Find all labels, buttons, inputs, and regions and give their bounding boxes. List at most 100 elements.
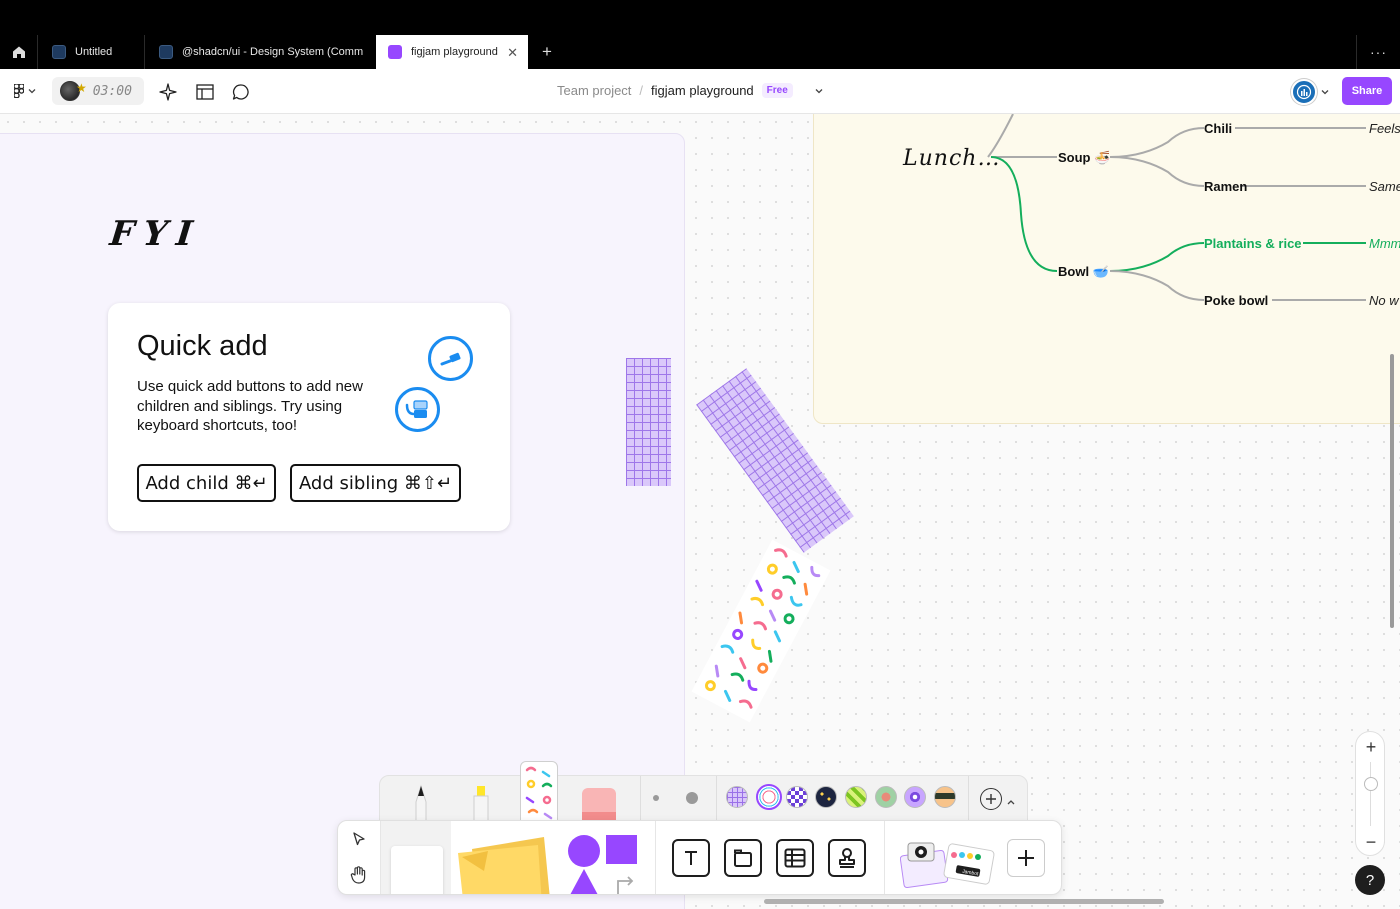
- tab-label: @shadcn/ui - Design System (Comm: [182, 46, 364, 58]
- add-child-sticker: [428, 336, 473, 381]
- table-tool[interactable]: [776, 839, 814, 877]
- mindmap-note-poke[interactable]: No w: [1369, 293, 1399, 308]
- widgets-stickers-icon: [899, 842, 995, 889]
- tape-swatch-confetti-selected[interactable]: [756, 784, 782, 810]
- mindmap-node-bowl[interactable]: Bowl 🥣: [1058, 264, 1109, 280]
- add-tape-button[interactable]: [980, 788, 1002, 810]
- mindmap-node-plantains[interactable]: Plantains & rice: [1204, 236, 1302, 251]
- chevron-down-icon[interactable]: [815, 88, 823, 94]
- breadcrumb-team[interactable]: Team project: [557, 83, 631, 98]
- more-tools-button[interactable]: [1007, 839, 1045, 877]
- zoom-slider-handle[interactable]: [1364, 777, 1378, 791]
- comments-button[interactable]: [230, 81, 252, 103]
- mindmap-node-chili[interactable]: Chili: [1204, 121, 1232, 136]
- main-menu-button[interactable]: [10, 82, 40, 100]
- select-tool[interactable]: [351, 831, 371, 851]
- divider: [655, 821, 656, 894]
- collapse-tray-button[interactable]: [1006, 793, 1016, 805]
- marker-options-tray: [379, 761, 1028, 827]
- node-label: Bowl: [1058, 264, 1090, 279]
- star-icon: ★: [76, 81, 87, 95]
- current-user-avatar[interactable]: [1291, 79, 1317, 105]
- chevron-down-icon: [28, 89, 36, 94]
- mindmap-node-ramen[interactable]: Ramen: [1204, 179, 1247, 194]
- bowl-emoji-icon: 🥣: [1092, 264, 1109, 279]
- zoom-out-button[interactable]: −: [1356, 831, 1386, 853]
- vertical-scrollbar[interactable]: [1390, 354, 1394, 628]
- tab-figjam-playground[interactable]: figjam playground ✕: [376, 35, 528, 69]
- quick-add-card[interactable]: Quick add Use quick add buttons to add n…: [108, 303, 510, 531]
- washi-tape-grid[interactable]: [626, 358, 671, 486]
- file-name[interactable]: figjam playground: [651, 83, 754, 98]
- share-button[interactable]: Share: [1342, 77, 1392, 105]
- shapes-icon: [568, 835, 637, 894]
- add-sibling-button[interactable]: Add sibling ⌘⇧↵: [290, 464, 461, 502]
- mindmap-note-chili[interactable]: Feels: [1369, 121, 1400, 136]
- tape-swatch-stars[interactable]: [815, 786, 837, 808]
- marker-tools-button[interactable]: [391, 846, 443, 894]
- tape-swatch-grid[interactable]: [726, 786, 748, 808]
- add-child-button[interactable]: Add child ⌘↵: [137, 464, 276, 502]
- horizontal-scrollbar[interactable]: [764, 899, 1164, 904]
- zoom-slider-track[interactable]: [1370, 762, 1371, 826]
- timer-widget[interactable]: ★ 03:00: [52, 77, 144, 105]
- tape-swatch-checker[interactable]: [786, 786, 808, 808]
- mindmap-node-poke[interactable]: Poke bowl: [1204, 293, 1268, 308]
- home-icon: [12, 46, 25, 58]
- divider: [884, 821, 885, 894]
- mindmap-note-plantains[interactable]: Mmm: [1369, 236, 1400, 251]
- mindmap-note-ramen[interactable]: Same: [1369, 179, 1400, 194]
- tape-swatch-swirl[interactable]: [904, 786, 926, 808]
- washi-tape-tool[interactable]: [520, 761, 558, 827]
- stamp-tool[interactable]: [828, 839, 866, 877]
- help-button[interactable]: ?: [1355, 865, 1385, 895]
- plus-icon: [986, 794, 996, 804]
- plan-badge: Free: [761, 83, 793, 98]
- chevron-up-icon: [1007, 800, 1015, 805]
- close-tab-icon[interactable]: ✕: [507, 45, 518, 61]
- shapes-tool[interactable]: [566, 833, 638, 894]
- hand-tool[interactable]: [349, 865, 369, 885]
- more-options-button[interactable]: ···: [1356, 35, 1400, 69]
- figma-file-icon: [52, 45, 66, 59]
- tab-label: figjam playground: [411, 46, 498, 58]
- tape-swatch-floral[interactable]: [875, 786, 897, 808]
- fyi-heading[interactable]: FYI: [108, 214, 204, 254]
- section-tool[interactable]: [724, 839, 762, 877]
- lunch-mindmap[interactable]: Lunch… Soup 🍜 Chili Ramen Bowl 🥣 Plantai…: [813, 114, 1400, 424]
- divider: [640, 776, 641, 826]
- multiplayer-dropdown[interactable]: [1319, 86, 1331, 98]
- ai-sparkle-button[interactable]: [157, 81, 179, 103]
- table-icon: [784, 848, 806, 868]
- tape-swatch-stripes[interactable]: [845, 786, 867, 808]
- sticky-note-icon: [458, 837, 550, 894]
- divider: [968, 776, 969, 826]
- widgets-stickers-tool[interactable]: Jambot: [899, 829, 996, 894]
- stamp-icon: [839, 848, 855, 868]
- soup-emoji-icon: 🍜: [1094, 150, 1111, 165]
- washi-tape-confetti[interactable]: [691, 539, 831, 723]
- tape-swatch-sushi[interactable]: [934, 786, 956, 808]
- tab-label: Untitled: [75, 46, 113, 58]
- templates-button[interactable]: [194, 81, 216, 103]
- washi-tape-icon: [525, 766, 553, 820]
- sparkle-icon: [159, 83, 177, 101]
- home-tab[interactable]: [0, 35, 38, 69]
- figjam-file-icon: [388, 45, 402, 59]
- mindmap-root[interactable]: Lunch…: [903, 146, 1000, 171]
- breadcrumb: Team project / figjam playground Free: [557, 83, 823, 98]
- stroke-size-large[interactable]: [686, 792, 698, 804]
- figma-logo-icon: [14, 84, 24, 98]
- add-sibling-sticker: [395, 387, 440, 432]
- mindmap-node-soup[interactable]: Soup 🍜: [1058, 150, 1110, 166]
- new-tab-button[interactable]: +: [536, 35, 558, 69]
- hand-icon: [350, 866, 366, 884]
- zoom-in-button[interactable]: +: [1356, 736, 1386, 758]
- stroke-size-small[interactable]: [653, 795, 659, 801]
- tab-shadcn-design-system[interactable]: @shadcn/ui - Design System (Comm: [145, 35, 376, 69]
- tab-untitled[interactable]: Untitled: [38, 35, 145, 69]
- browser-tab-bar: Untitled @shadcn/ui - Design System (Com…: [0, 0, 1400, 69]
- sticky-note-tool[interactable]: [458, 837, 550, 894]
- text-tool[interactable]: [672, 839, 710, 877]
- text-icon: [685, 851, 697, 865]
